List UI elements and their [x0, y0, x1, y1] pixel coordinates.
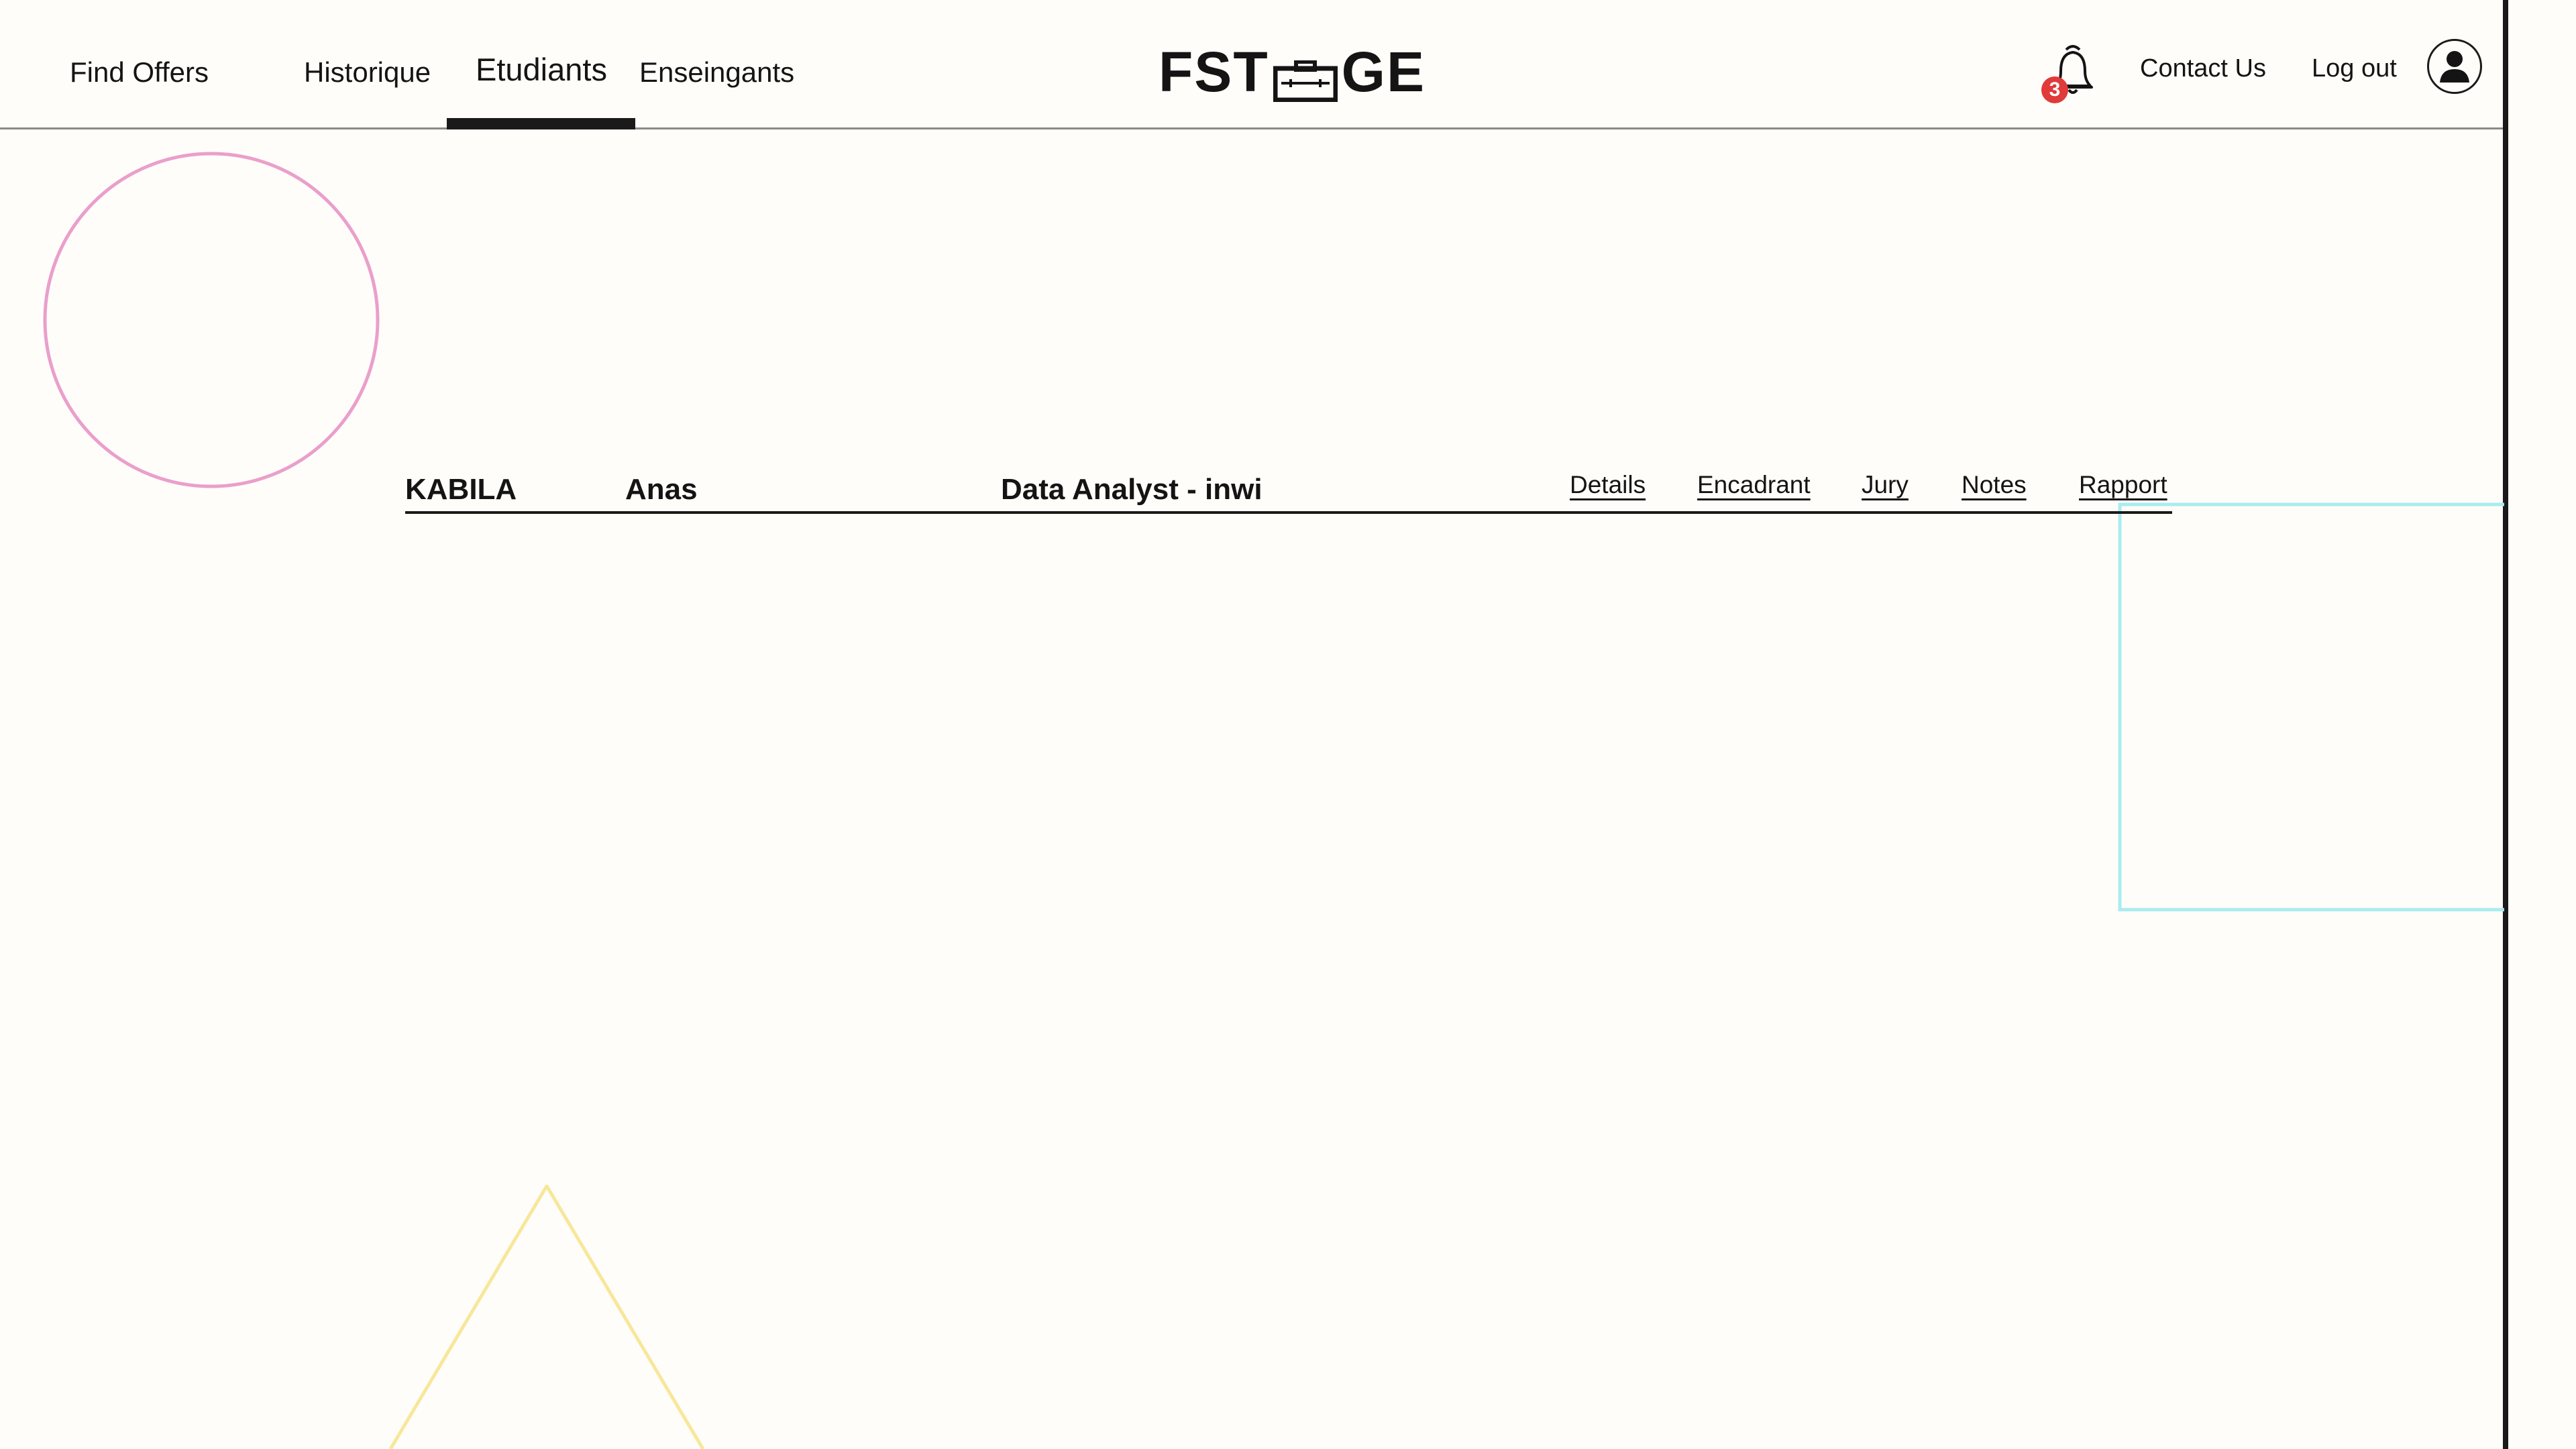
student-last-name: KABILA: [405, 473, 517, 506]
rapport-link[interactable]: Rapport: [2079, 468, 2167, 502]
logo-text-right: GE: [1341, 40, 1426, 103]
nav-enseingants[interactable]: Enseingants: [639, 52, 794, 93]
user-icon[interactable]: [2427, 39, 2482, 94]
student-first-name: Anas: [625, 473, 698, 506]
logo-text-left: FST: [1159, 40, 1269, 103]
briefcase-icon: [1273, 52, 1338, 103]
app-logo[interactable]: FST GE: [1159, 40, 1426, 103]
active-tab-indicator: [447, 118, 635, 129]
notification-badge: 3: [2041, 76, 2068, 103]
student-position: Data Analyst - inwi: [1001, 473, 1263, 506]
decorative-circle: [43, 152, 380, 488]
decorative-rectangle: [2118, 502, 2504, 912]
nav-find-offers[interactable]: Find Offers: [70, 52, 209, 93]
nav-historique[interactable]: Historique: [304, 52, 431, 93]
nav-etudiants[interactable]: Etudiants: [476, 50, 607, 90]
top-navbar: Find Offers Historique Etudiants Enseing…: [0, 0, 2504, 129]
encadrant-link[interactable]: Encadrant: [1697, 468, 1811, 502]
details-link[interactable]: Details: [1570, 468, 1646, 502]
decorative-triangle: [389, 1185, 704, 1449]
jury-link[interactable]: Jury: [1862, 468, 1909, 502]
notes-link[interactable]: Notes: [1962, 468, 2027, 502]
contact-us-link[interactable]: Contact Us: [2140, 48, 2266, 89]
logout-link[interactable]: Log out: [2312, 48, 2397, 89]
student-row: KABILA Anas Data Analyst - inwi Details …: [405, 463, 2172, 514]
